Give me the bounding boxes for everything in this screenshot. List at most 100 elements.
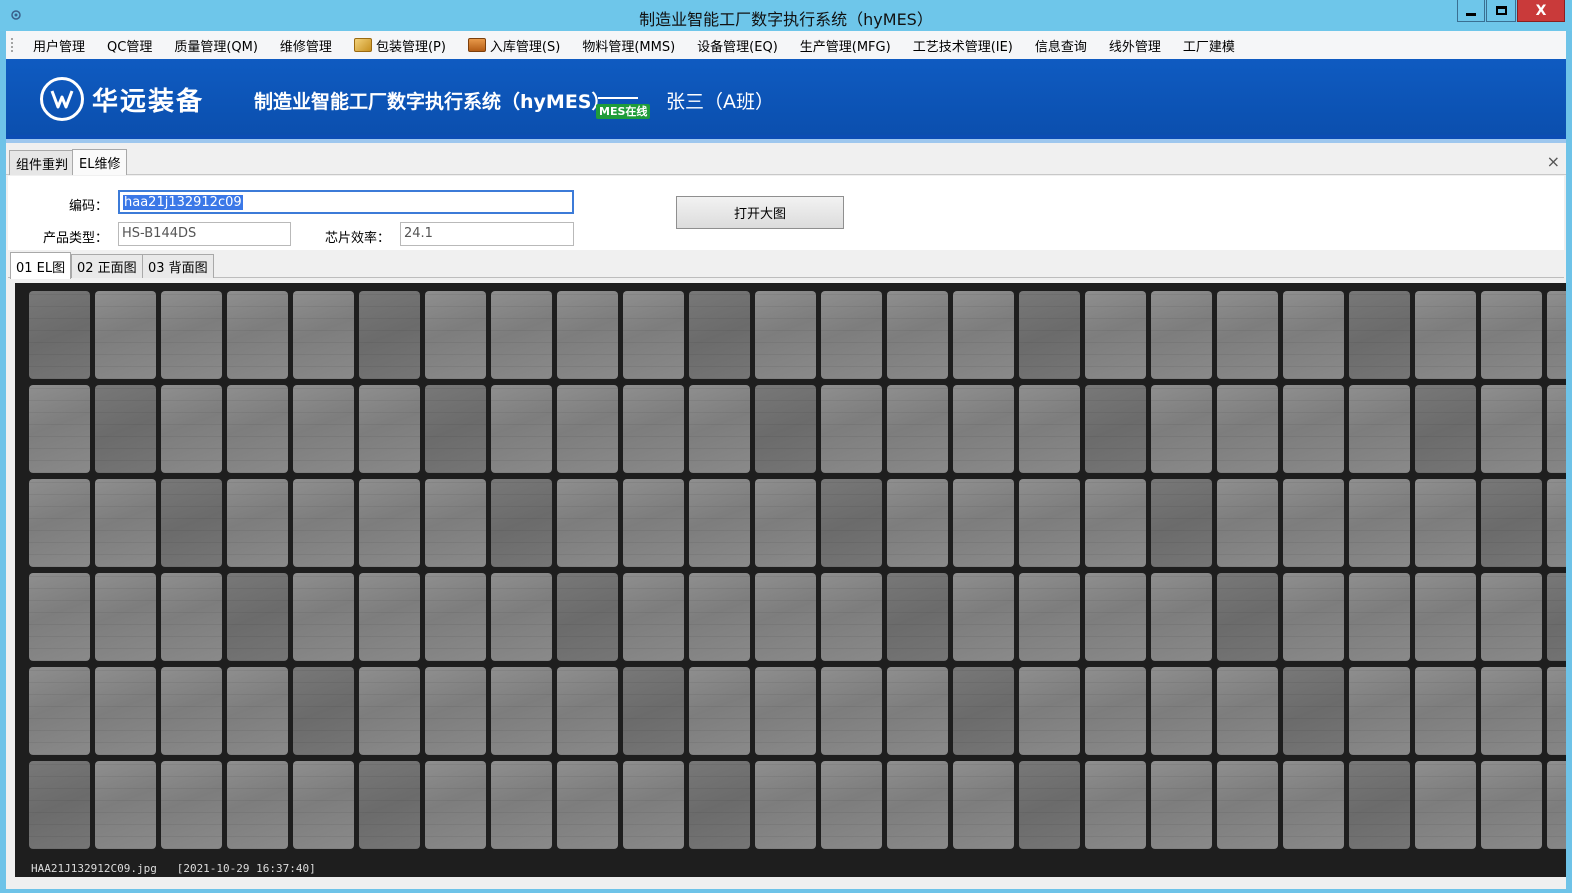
solar-cell	[293, 291, 354, 379]
menu-grip-icon[interactable]	[10, 37, 14, 53]
menu-item-label: QC管理	[107, 39, 153, 55]
solar-cell	[1283, 479, 1344, 567]
menu-item-label: 包装管理(P)	[375, 39, 446, 55]
menu-item-1[interactable]: QC管理	[96, 33, 163, 57]
solar-cell	[161, 573, 222, 661]
solar-cell	[1349, 291, 1410, 379]
menu-item-5[interactable]: 入库管理(S)	[457, 33, 571, 57]
menu-item-label: 物料管理(MMS)	[582, 39, 676, 55]
solar-cell	[29, 385, 90, 473]
tab-el-repair[interactable]: EL维修	[72, 149, 128, 175]
menu-item-12[interactable]: 工厂建模	[1172, 33, 1246, 57]
el-image-viewer[interactable]: HAA21J132912C09.jpg [2021-10-29 16:37:40…	[15, 283, 1566, 877]
solar-cell	[953, 479, 1014, 567]
solar-cell	[425, 291, 486, 379]
menu-item-label: 质量管理(QM)	[174, 39, 258, 55]
solar-cell	[755, 573, 816, 661]
menu-item-11[interactable]: 线外管理	[1098, 33, 1172, 57]
solar-cell	[359, 479, 420, 567]
product-type-label: 产品类型：	[42, 231, 108, 246]
solar-cell	[689, 291, 750, 379]
solar-cell	[557, 479, 618, 567]
solar-cell	[161, 667, 222, 755]
solar-cell	[29, 761, 90, 849]
tab-component-rejudge[interactable]: 组件重判	[9, 150, 76, 175]
solar-cell	[491, 291, 552, 379]
solar-cell	[29, 573, 90, 661]
solar-cell	[1547, 667, 1566, 755]
solar-cell	[425, 761, 486, 849]
document-tab-bar: 组件重判 EL维修 ×	[6, 147, 1566, 175]
solar-cell	[821, 667, 882, 755]
company-logo: 华远装备	[40, 77, 204, 121]
solar-cell	[557, 761, 618, 849]
solar-cell	[623, 573, 684, 661]
menu-item-8[interactable]: 生产管理(MFG)	[789, 33, 902, 57]
warehouse-icon	[467, 38, 486, 52]
open-large-image-button[interactable]: 打开大图	[676, 196, 844, 229]
solar-cell	[95, 667, 156, 755]
close-tab-icon[interactable]: ×	[1547, 152, 1560, 171]
menu-item-7[interactable]: 设备管理(EQ)	[686, 33, 789, 57]
menu-item-4[interactable]: 包装管理(P)	[343, 33, 457, 57]
solar-cell	[1217, 479, 1278, 567]
solar-cell	[1019, 761, 1080, 849]
solar-cell	[1151, 385, 1212, 473]
maximize-button[interactable]	[1486, 0, 1516, 22]
solar-cell	[1283, 667, 1344, 755]
code-input[interactable]: haa21j132912c09	[118, 190, 574, 214]
current-user: 张三（A班）	[666, 91, 774, 113]
solar-cell	[1151, 761, 1212, 849]
repair-form: 编码： haa21j132912c09 产品类型： HS-B144DS 芯片效率…	[8, 176, 1564, 250]
solar-cell	[1415, 667, 1476, 755]
tab-back-image[interactable]: 03 背面图	[142, 254, 214, 278]
solar-cell	[227, 761, 288, 849]
solar-cell	[491, 761, 552, 849]
solar-cell	[557, 667, 618, 755]
solar-cell	[491, 385, 552, 473]
menu-item-0[interactable]: 用户管理	[22, 33, 96, 57]
solar-cell	[821, 573, 882, 661]
solar-cell	[755, 479, 816, 567]
solar-cell	[29, 667, 90, 755]
solar-cell	[227, 667, 288, 755]
menu-item-6[interactable]: 物料管理(MMS)	[571, 33, 686, 57]
solar-cell	[689, 385, 750, 473]
solar-cell	[1019, 479, 1080, 567]
solar-cell	[821, 761, 882, 849]
menu-item-2[interactable]: 质量管理(QM)	[163, 33, 269, 57]
solar-cell	[227, 573, 288, 661]
solar-cell	[425, 667, 486, 755]
solar-cell	[95, 479, 156, 567]
solar-cell	[425, 479, 486, 567]
tab-front-image[interactable]: 02 正面图	[71, 254, 143, 278]
menu-item-label: 入库管理(S)	[489, 39, 561, 55]
efficiency-field[interactable]: 24.1	[400, 222, 574, 246]
solar-cell	[689, 573, 750, 661]
solar-cell	[359, 573, 420, 661]
system-title: 制造业智能工厂数字执行系统（hyMES）	[254, 91, 611, 113]
image-caption: HAA21J132912C09.jpg [2021-10-29 16:37:40…	[31, 862, 316, 875]
product-type-field[interactable]: HS-B144DS	[118, 222, 291, 246]
solar-cell	[1151, 573, 1212, 661]
solar-cell	[491, 479, 552, 567]
solar-cell	[1481, 667, 1542, 755]
solar-cell	[1217, 385, 1278, 473]
menu-item-9[interactable]: 工艺技术管理(IE)	[902, 33, 1024, 57]
menu-item-3[interactable]: 维修管理	[269, 33, 343, 57]
solar-cell	[359, 667, 420, 755]
logo-text: 华远装备	[92, 86, 205, 117]
solar-cell	[1283, 573, 1344, 661]
solar-cell	[1085, 479, 1146, 567]
solar-cell	[821, 291, 882, 379]
minimize-button[interactable]	[1457, 0, 1485, 22]
solar-cell	[161, 479, 222, 567]
solar-cell	[491, 573, 552, 661]
solar-cell	[1217, 667, 1278, 755]
solar-cell	[623, 385, 684, 473]
close-window-button[interactable]: X	[1517, 0, 1565, 22]
tab-el-image[interactable]: 01 EL图	[10, 252, 72, 279]
menu-item-label: 线外管理	[1108, 39, 1161, 55]
solar-cell	[1415, 479, 1476, 567]
menu-item-10[interactable]: 信息查询	[1024, 33, 1098, 57]
